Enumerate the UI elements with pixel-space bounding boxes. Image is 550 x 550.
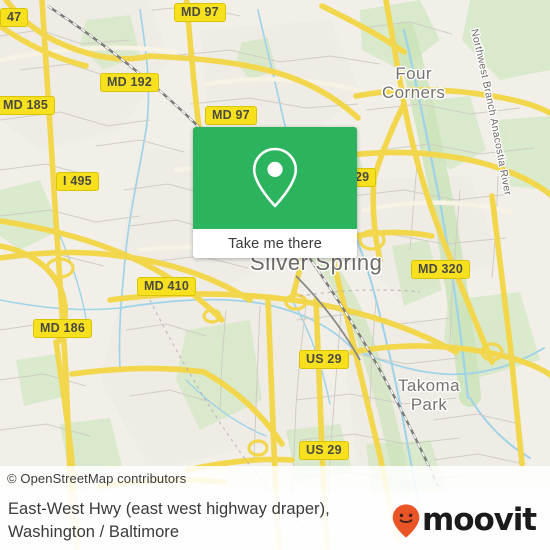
popup-header [193,127,357,229]
location-title: East-West Hwy (east west highway draper)… [8,499,330,541]
map-pin-icon [252,147,298,208]
take-me-there-button[interactable]: Take me there [193,229,357,258]
location-popup-card[interactable]: Take me there [193,127,357,258]
road-shield: MD 410 [137,277,196,296]
map-attribution-bar: © OpenStreetMap contributors [0,466,550,491]
road-shield: US 29 [299,350,349,369]
attribution-text: © OpenStreetMap contributors [7,471,187,486]
road-shield: MD 320 [411,260,470,279]
road-shield: MD 186 [33,319,92,338]
moovit-map-screen: Northwest Branch Anacostia River Four Co… [0,0,550,550]
road-shield: MD 97 [174,3,226,22]
road-shield: MD 192 [100,73,159,92]
road-shield: 47 [0,8,29,27]
road-shield: US 29 [299,441,349,460]
road-shield: MD 97 [205,106,257,125]
road-shield: MD 185 [0,96,55,115]
footer-bar: East-West Hwy (east west highway draper)… [0,491,550,550]
moovit-logo: moovit [391,502,537,539]
moovit-wordmark: moovit [422,502,537,538]
road-shield: I 495 [56,172,99,191]
moovit-smiley-pin-icon [392,503,420,538]
